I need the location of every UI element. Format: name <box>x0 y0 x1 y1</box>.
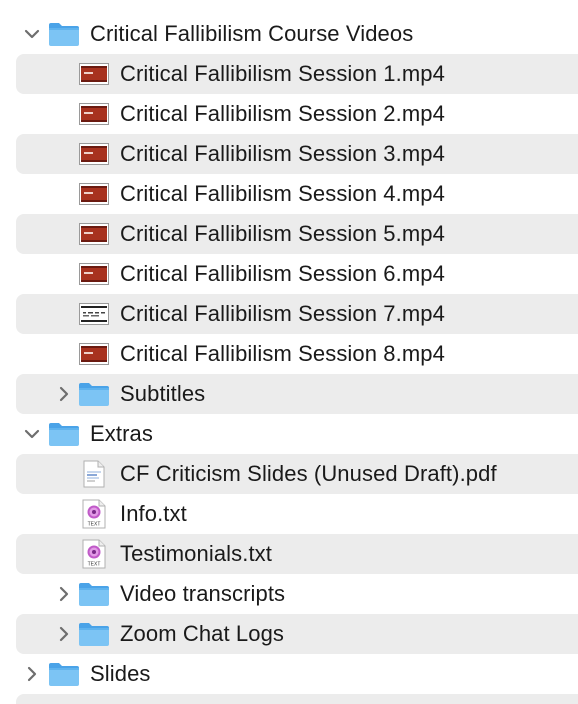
file-label: Critical Fallibilism Session 5.mp4 <box>120 221 445 246</box>
file-row-session-7[interactable]: Critical Fallibilism Session 7.mp4 <box>16 294 578 334</box>
video-thumbnail-icon <box>78 340 110 368</box>
folder-icon <box>48 420 80 448</box>
file-row-session-2[interactable]: Critical Fallibilism Session 2.mp4 <box>16 94 578 134</box>
chevron-right-icon[interactable] <box>54 374 74 414</box>
file-row-info-txt[interactable]: TEXT Info.txt <box>16 494 578 534</box>
video-thumbnail-icon <box>78 140 110 168</box>
file-label: Critical Fallibilism Session 2.mp4 <box>120 101 445 126</box>
text-icon-caption: TEXT <box>88 522 101 528</box>
folder-label: Extras <box>90 421 153 446</box>
file-row-session-6[interactable]: Critical Fallibilism Session 6.mp4 <box>16 254 578 294</box>
file-label: Testimonials.txt <box>120 541 272 566</box>
file-label: Critical Fallibilism Session 6.mp4 <box>120 261 445 286</box>
text-document-icon: TEXT <box>78 499 110 529</box>
file-row-testimonials-txt[interactable]: TEXT Testimonials.txt <box>16 534 578 574</box>
video-thumbnail-icon <box>78 220 110 248</box>
chevron-right-icon[interactable] <box>22 654 42 694</box>
file-row-session-8[interactable]: Critical Fallibilism Session 8.mp4 <box>16 334 578 374</box>
file-row-session-5[interactable]: Critical Fallibilism Session 5.mp4 <box>16 214 578 254</box>
folder-row-subtitles[interactable]: Subtitles <box>16 374 578 414</box>
file-row-session-3[interactable]: Critical Fallibilism Session 3.mp4 <box>16 134 578 174</box>
chevron-down-icon[interactable] <box>22 414 42 454</box>
file-label: Critical Fallibilism Session 1.mp4 <box>120 61 445 86</box>
folder-icon <box>48 20 80 48</box>
file-row-cf-criticism-slides[interactable]: CF Criticism Slides (Unused Draft).pdf <box>16 454 578 494</box>
text-document-icon: TEXT <box>78 539 110 569</box>
chevron-down-icon[interactable] <box>22 14 42 54</box>
folder-icon <box>78 380 110 408</box>
folder-label: Slides <box>90 661 151 686</box>
file-label: CF Criticism Slides (Unused Draft).pdf <box>120 461 497 486</box>
video-thumbnail-white-icon <box>78 300 110 328</box>
file-tree: Critical Fallibilism Course Videos Criti… <box>0 0 578 694</box>
folder-icon <box>78 620 110 648</box>
file-label: Critical Fallibilism Session 7.mp4 <box>120 301 445 326</box>
folder-icon <box>78 580 110 608</box>
folder-row-extras[interactable]: Extras <box>16 414 578 454</box>
folder-row-zoom-chat-logs[interactable]: Zoom Chat Logs <box>16 614 578 654</box>
pdf-document-icon <box>78 460 110 488</box>
chevron-right-icon[interactable] <box>54 614 74 654</box>
folder-label: Video transcripts <box>120 581 286 606</box>
next-row-stripe <box>16 694 578 704</box>
folder-row-course-videos[interactable]: Critical Fallibilism Course Videos <box>16 14 578 54</box>
folder-label: Critical Fallibilism Course Videos <box>90 21 414 46</box>
file-row-session-4[interactable]: Critical Fallibilism Session 4.mp4 <box>16 174 578 214</box>
folder-icon <box>48 660 80 688</box>
folder-row-video-transcripts[interactable]: Video transcripts <box>16 574 578 614</box>
video-thumbnail-icon <box>78 100 110 128</box>
file-label: Critical Fallibilism Session 8.mp4 <box>120 341 445 366</box>
file-label: Critical Fallibilism Session 4.mp4 <box>120 181 445 206</box>
video-thumbnail-icon <box>78 60 110 88</box>
video-thumbnail-icon <box>78 180 110 208</box>
video-thumbnail-icon <box>78 260 110 288</box>
folder-label: Zoom Chat Logs <box>120 621 285 646</box>
folder-label: Subtitles <box>120 381 206 406</box>
folder-row-slides[interactable]: Slides <box>16 654 578 694</box>
file-label: Info.txt <box>120 501 187 526</box>
file-row-session-1[interactable]: Critical Fallibilism Session 1.mp4 <box>16 54 578 94</box>
file-label: Critical Fallibilism Session 3.mp4 <box>120 141 445 166</box>
chevron-right-icon[interactable] <box>54 574 74 614</box>
text-icon-caption: TEXT <box>88 562 101 568</box>
